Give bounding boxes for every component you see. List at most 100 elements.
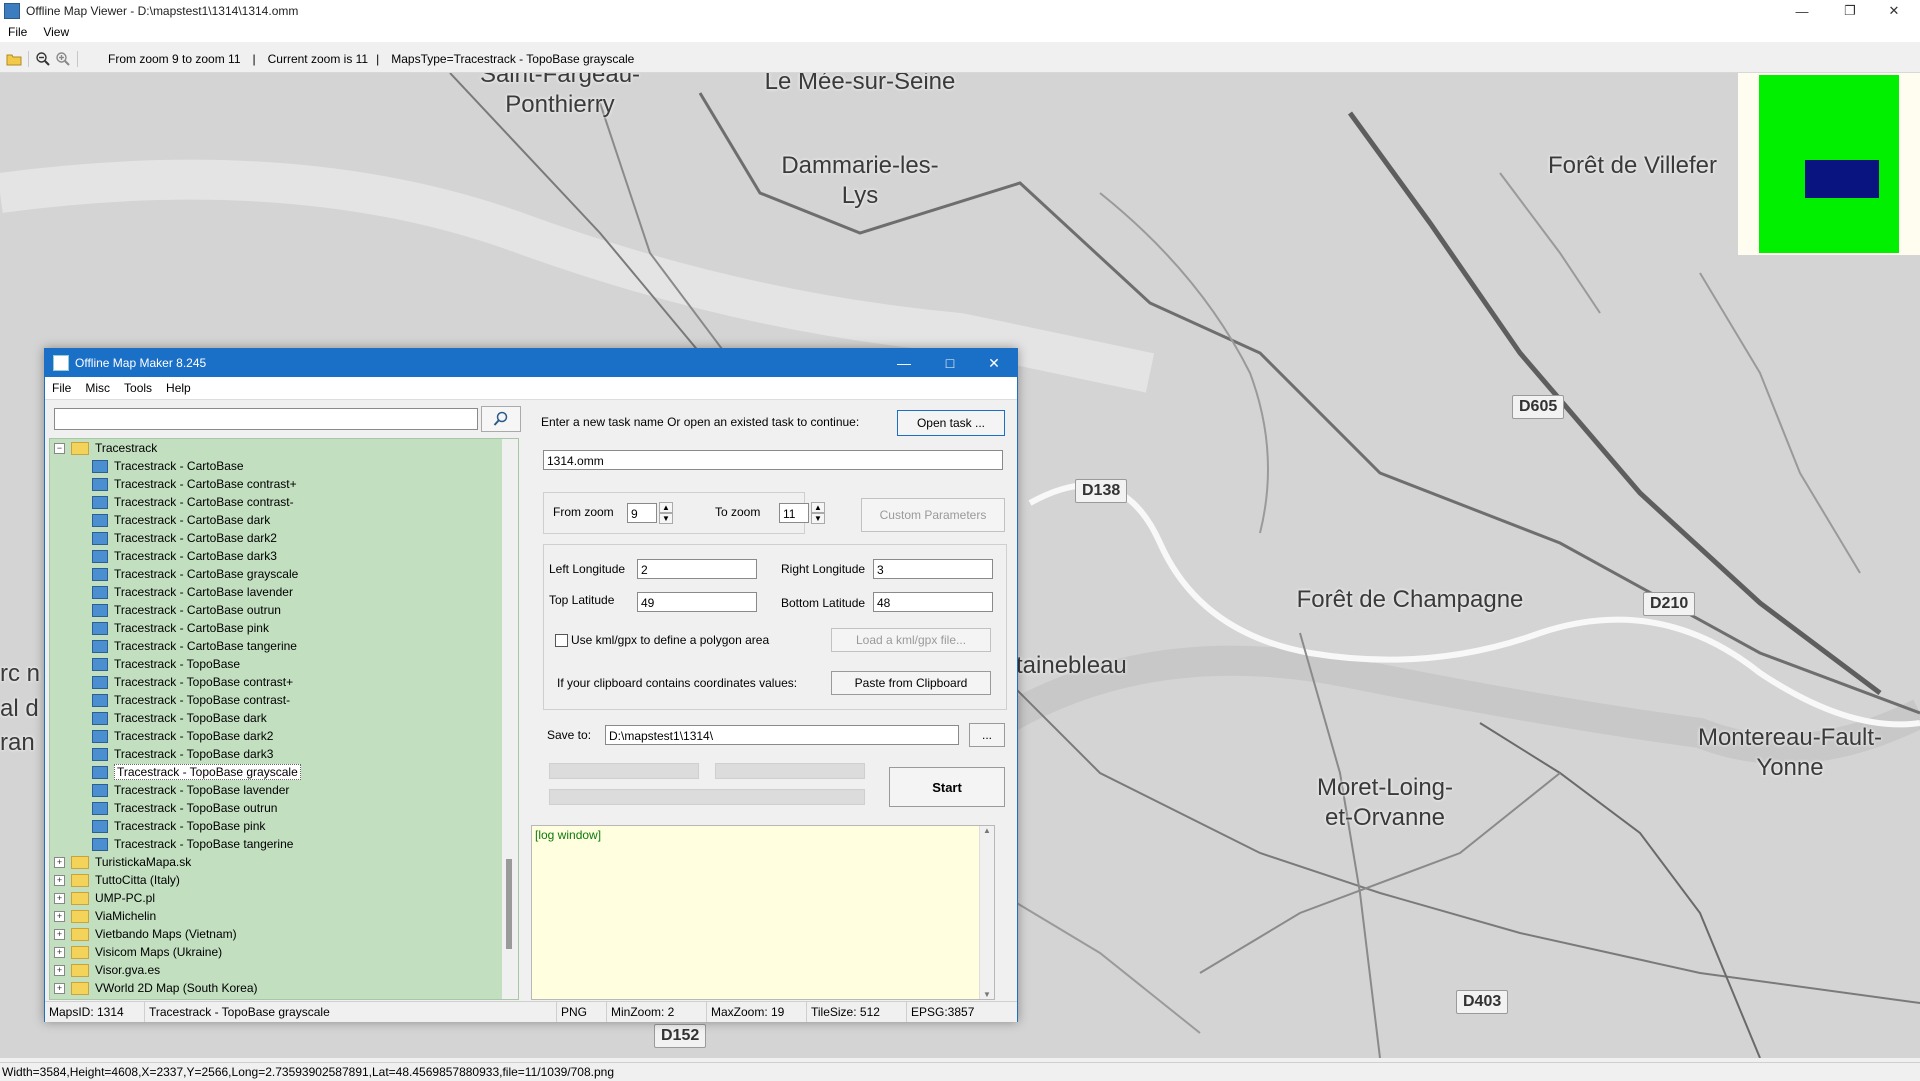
from-zoom-stepper[interactable]: ▲ ▼ xyxy=(659,502,673,524)
log-window[interactable]: [log window] ▲ ▼ xyxy=(531,825,995,1000)
dialog-status-bar: MapsID: 1314 Tracestrack - TopoBase gray… xyxy=(45,1001,1017,1022)
tree-item[interactable]: Tracestrack - CartoBase dark2 xyxy=(92,529,277,547)
use-kml-checkbox[interactable] xyxy=(555,634,568,647)
folder-open-icon xyxy=(71,441,89,455)
right-longitude-input[interactable]: 3 xyxy=(873,559,993,579)
folder-icon xyxy=(71,927,89,941)
overview-viewport[interactable] xyxy=(1805,160,1879,198)
dialog-menu-file[interactable]: File xyxy=(45,381,78,395)
status-min-zoom: MinZoom: 2 xyxy=(607,1002,707,1022)
search-button[interactable] xyxy=(481,406,521,432)
menu-view[interactable]: View xyxy=(35,25,77,39)
minimize-button[interactable]: — xyxy=(1780,0,1824,22)
save-to-label: Save to: xyxy=(547,728,592,742)
dialog-maximize-button[interactable]: □ xyxy=(927,349,973,377)
progress-bar-3 xyxy=(549,789,865,805)
zoom-in-icon[interactable] xyxy=(53,49,73,69)
tree-item[interactable]: Tracestrack - TopoBase lavender xyxy=(92,781,289,799)
expand-icon[interactable]: + xyxy=(54,874,65,886)
zoom-out-icon[interactable] xyxy=(33,49,53,69)
menu-file[interactable]: File xyxy=(0,25,35,39)
map-icon xyxy=(92,531,108,545)
use-kml-label[interactable]: Use kml/gpx to define a polygon area xyxy=(571,633,769,647)
log-scrollbar[interactable]: ▲ ▼ xyxy=(979,826,994,999)
expand-icon[interactable]: + xyxy=(54,946,65,958)
tree-item[interactable]: Tracestrack - TopoBase xyxy=(92,655,240,673)
load-kml-button[interactable]: Load a kml/gpx file... xyxy=(831,628,991,652)
tree-folder[interactable]: + Visor.gva.es xyxy=(54,961,160,979)
bottom-latitude-input[interactable]: 48 xyxy=(873,592,993,612)
tree-folder[interactable]: + UMP-PC.pl xyxy=(54,889,155,907)
dialog-menu-misc[interactable]: Misc xyxy=(78,381,117,395)
from-zoom-input[interactable]: 9 xyxy=(627,503,657,523)
expand-icon[interactable]: + xyxy=(54,856,65,868)
expand-icon[interactable]: + xyxy=(54,910,65,922)
paste-from-clipboard-button[interactable]: Paste from Clipboard xyxy=(831,671,991,695)
tree-item[interactable]: Tracestrack - CartoBase contrast+ xyxy=(92,475,297,493)
tree-item[interactable]: Tracestrack - TopoBase dark2 xyxy=(92,727,273,745)
top-latitude-input[interactable]: 49 xyxy=(637,592,757,612)
tree-item[interactable]: Tracestrack - CartoBase grayscale xyxy=(92,565,298,583)
dialog-menu-help[interactable]: Help xyxy=(159,381,198,395)
tree-item[interactable]: Tracestrack - TopoBase pink xyxy=(92,817,265,835)
arrow-down-icon[interactable]: ▼ xyxy=(659,513,673,524)
custom-parameters-button[interactable]: Custom Parameters xyxy=(861,498,1005,532)
tree-item[interactable]: Tracestrack - CartoBase lavender xyxy=(92,583,293,601)
tree-item[interactable]: Tracestrack - CartoBase xyxy=(92,457,244,475)
tree-folder[interactable]: + VWorld 2D Map (South Korea) xyxy=(54,979,258,997)
tree-item[interactable]: Tracestrack - TopoBase dark xyxy=(92,709,267,727)
tree-folder[interactable]: + ViaMichelin xyxy=(54,907,156,925)
tree-item[interactable]: Tracestrack - TopoBase outrun xyxy=(92,799,277,817)
tree-scrollbar[interactable] xyxy=(502,439,518,999)
tree-folder[interactable]: + Vietbando Maps (Vietnam) xyxy=(54,925,237,943)
tree-folder[interactable]: + TuttoCitta (Italy) xyxy=(54,871,180,889)
tree-item[interactable]: Tracestrack - CartoBase contrast- xyxy=(92,493,294,511)
tree-item[interactable]: Tracestrack - CartoBase dark xyxy=(92,511,270,529)
close-button[interactable]: ✕ xyxy=(1872,0,1916,22)
expand-icon[interactable]: + xyxy=(54,928,65,940)
tree-item[interactable]: Tracestrack - CartoBase pink xyxy=(92,619,269,637)
expand-icon[interactable]: + xyxy=(54,982,65,994)
map-source-tree[interactable]: − Tracestrack Tracestrack - CartoBase Tr… xyxy=(49,438,519,1000)
arrow-up-icon[interactable]: ▲ xyxy=(659,502,673,513)
open-task-button[interactable]: Open task ... xyxy=(897,410,1005,436)
browse-button[interactable]: ... xyxy=(969,723,1005,747)
tree-item[interactable]: Tracestrack - TopoBase contrast+ xyxy=(92,673,293,691)
tree-folder[interactable]: + TuristickaMapa.sk xyxy=(54,853,191,871)
toolbar-divider: | xyxy=(376,52,380,66)
log-text: [log window] xyxy=(535,828,602,842)
dialog-close-button[interactable]: ✕ xyxy=(971,349,1017,377)
overview-minimap[interactable] xyxy=(1738,73,1920,255)
arrow-up-icon[interactable]: ▲ xyxy=(980,826,994,835)
tree-folder-tracestrack[interactable]: − Tracestrack xyxy=(54,439,157,457)
tree-item[interactable]: Tracestrack - CartoBase dark3 xyxy=(92,547,277,565)
dialog-menu-tools[interactable]: Tools xyxy=(117,381,159,395)
tree-item[interactable]: Tracestrack - TopoBase contrast- xyxy=(92,691,290,709)
to-zoom-stepper[interactable]: ▲ ▼ xyxy=(811,502,825,524)
save-to-input[interactable]: D:\mapstest1\1314\ xyxy=(605,725,959,745)
to-zoom-input[interactable]: 11 xyxy=(779,503,809,523)
arrow-down-icon[interactable]: ▼ xyxy=(811,513,825,524)
expand-icon[interactable]: + xyxy=(54,964,65,976)
arrow-up-icon[interactable]: ▲ xyxy=(811,502,825,513)
tree-item[interactable]: Tracestrack - CartoBase tangerine xyxy=(92,637,297,655)
tree-item[interactable]: Tracestrack - TopoBase dark3 xyxy=(92,745,273,763)
tree-item[interactable]: Tracestrack - CartoBase outrun xyxy=(92,601,281,619)
collapse-icon[interactable]: − xyxy=(54,442,65,454)
title-bar: Offline Map Viewer - D:\mapstest1\1314\1… xyxy=(0,0,1920,22)
task-name-input[interactable]: 1314.omm xyxy=(543,450,1003,470)
place-montereau-fault-yonne: Montereau-Fault- Yonne xyxy=(1697,724,1883,781)
tree-item-selected[interactable]: Tracestrack - TopoBase grayscale xyxy=(92,763,301,781)
open-folder-icon[interactable] xyxy=(4,49,24,69)
map-search-input[interactable] xyxy=(54,408,478,430)
left-longitude-input[interactable]: 2 xyxy=(637,559,757,579)
map-icon xyxy=(92,747,108,761)
tree-item[interactable]: Tracestrack - TopoBase tangerine xyxy=(92,835,293,853)
arrow-down-icon[interactable]: ▼ xyxy=(980,990,994,999)
expand-icon[interactable]: + xyxy=(54,892,65,904)
tree-folder[interactable]: + Visicom Maps (Ukraine) xyxy=(54,943,222,961)
restore-button[interactable]: ❐ xyxy=(1828,0,1872,22)
tree-scroll-thumb[interactable] xyxy=(506,859,512,949)
dialog-minimize-button[interactable]: — xyxy=(881,349,927,377)
start-button[interactable]: Start xyxy=(889,767,1005,807)
